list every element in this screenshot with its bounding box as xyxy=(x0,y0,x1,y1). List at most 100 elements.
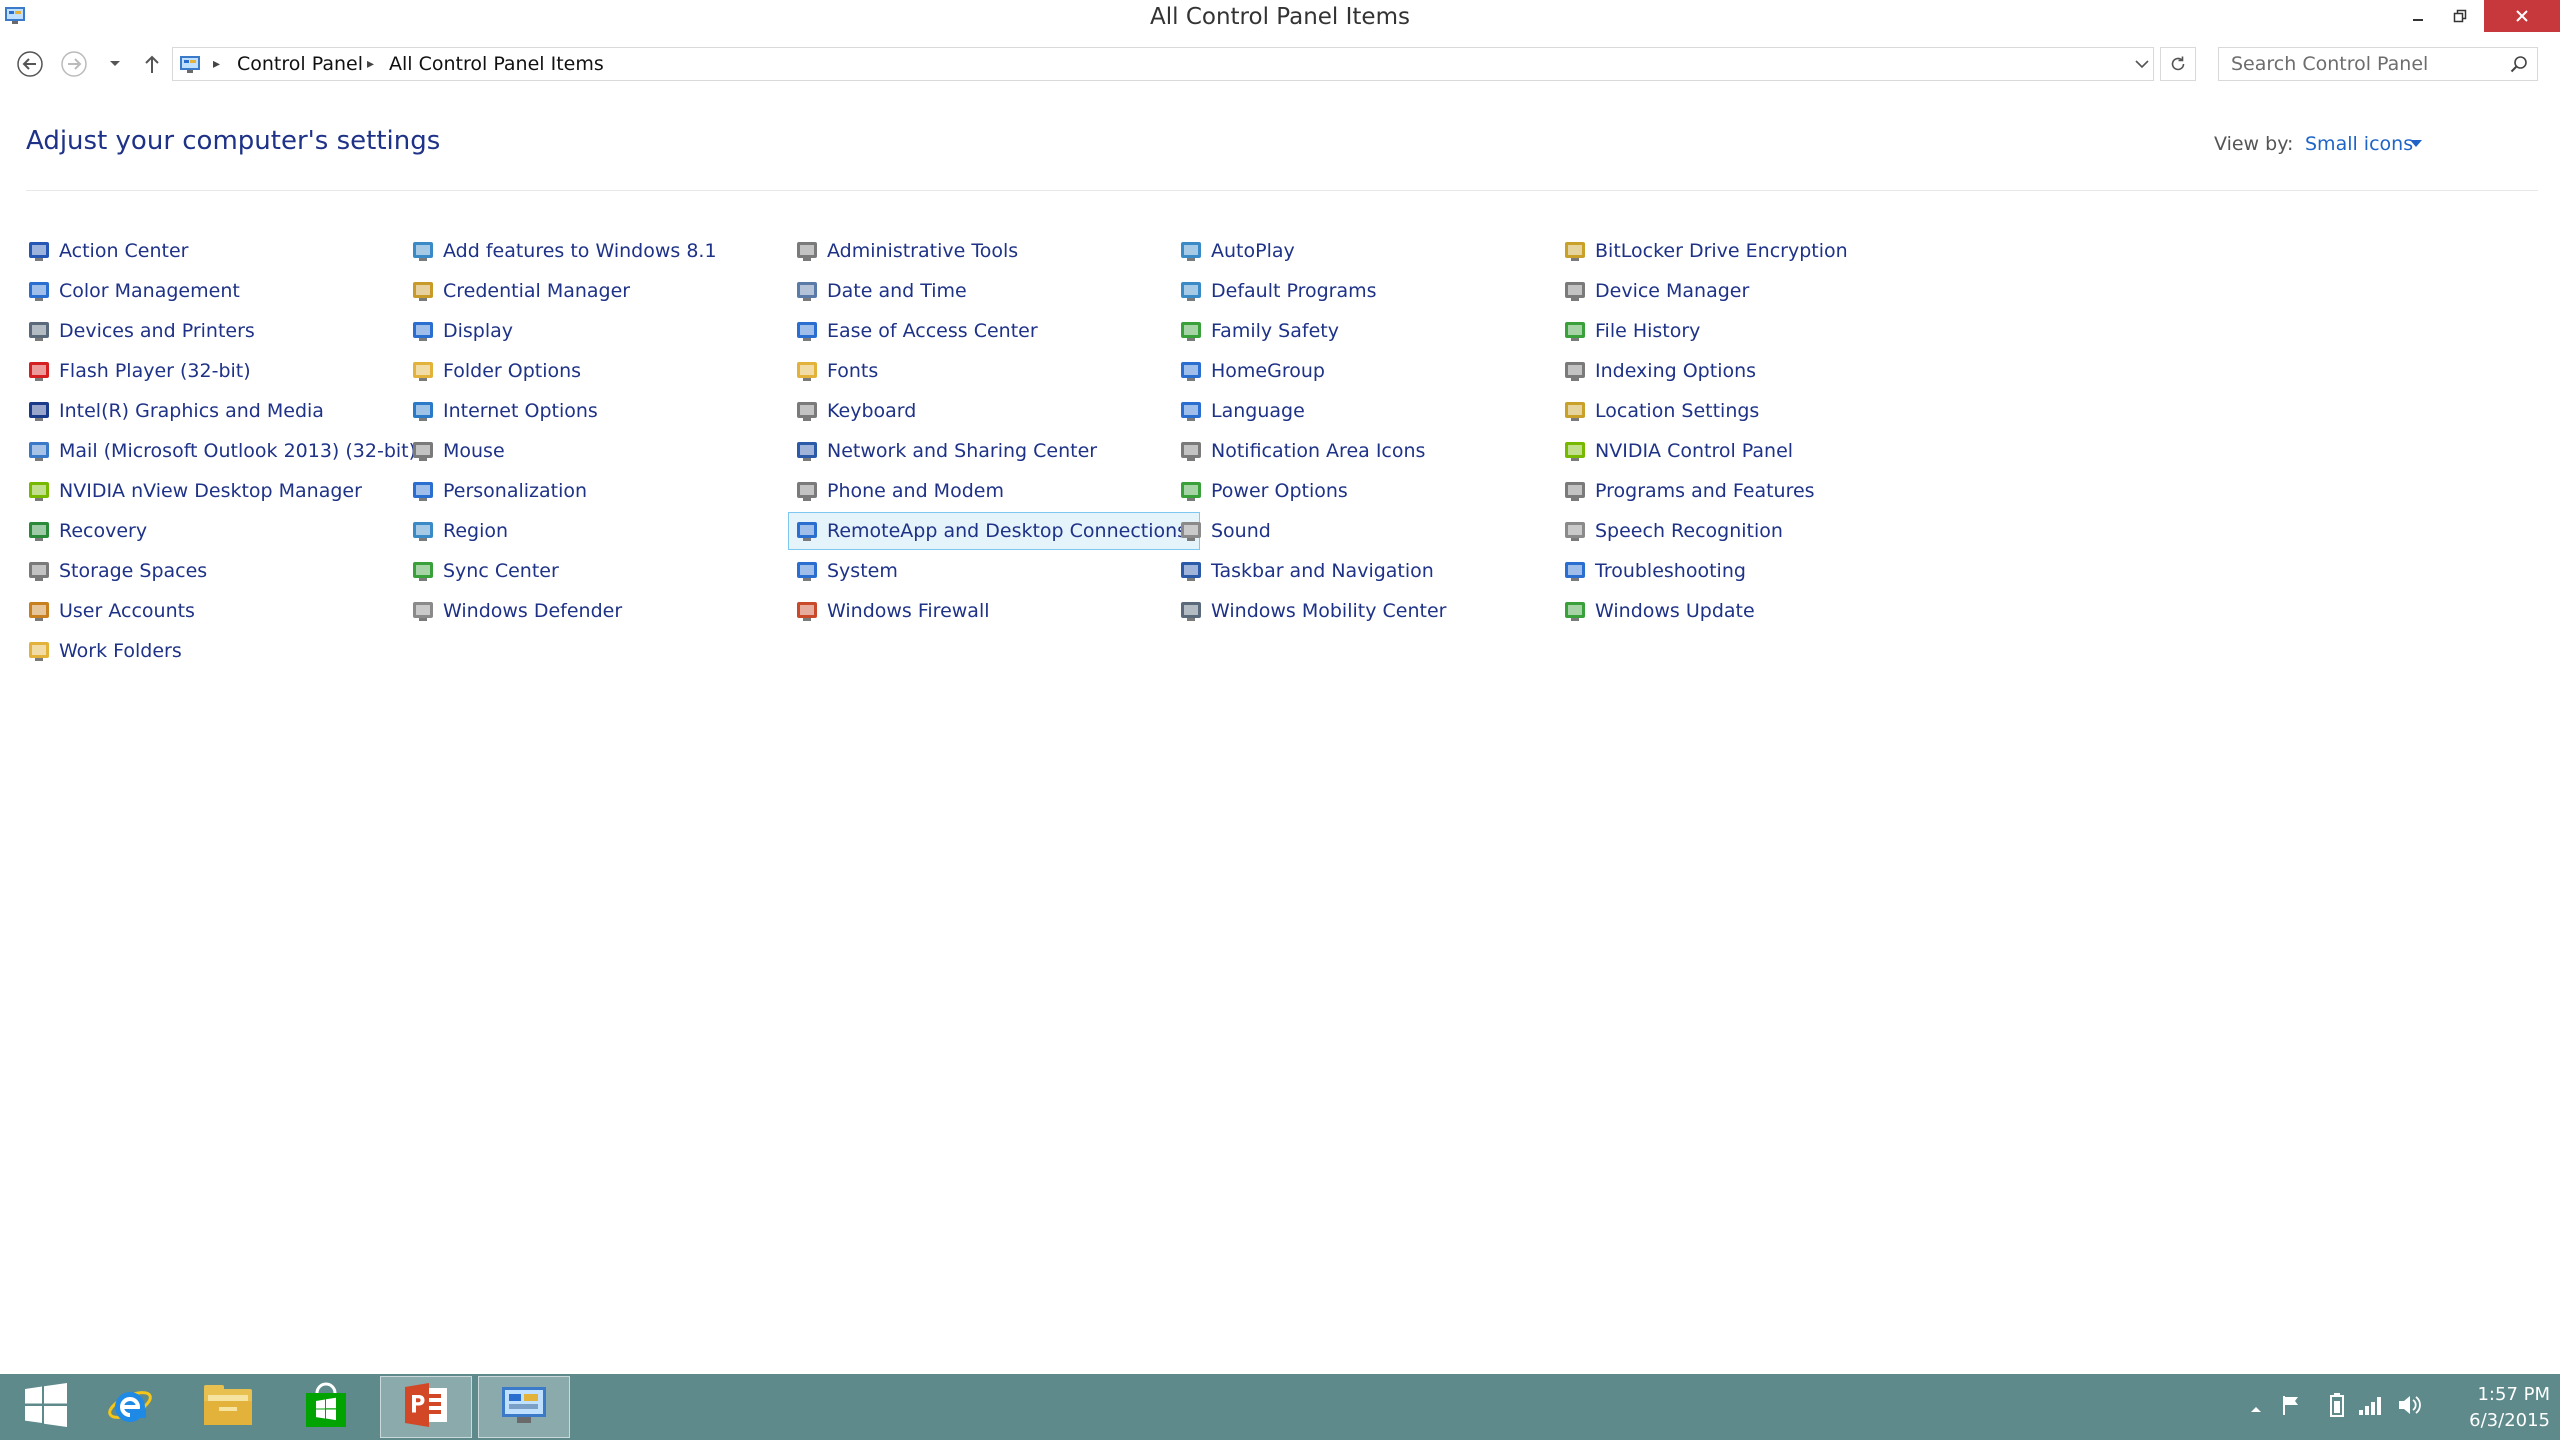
control-panel-item[interactable]: Phone and Modem xyxy=(790,472,1004,510)
recent-locations-button[interactable] xyxy=(104,50,126,78)
action-center-tray[interactable] xyxy=(2276,1374,2306,1440)
network-tray[interactable] xyxy=(2354,1374,2388,1440)
control-panel-item[interactable]: Indexing Options xyxy=(1558,352,1756,390)
control-panel-item[interactable]: Date and Time xyxy=(790,272,967,310)
power-icon xyxy=(1178,478,1204,504)
control-panel-item[interactable]: Location Settings xyxy=(1558,392,1759,430)
volume-tray[interactable] xyxy=(2392,1374,2426,1440)
control-panel-item-label: Add features to Windows 8.1 xyxy=(443,240,717,262)
search-icon[interactable] xyxy=(2509,54,2529,74)
close-button[interactable] xyxy=(2484,0,2560,32)
control-panel-item[interactable]: User Accounts xyxy=(22,592,195,630)
control-panel-item[interactable]: Windows Update xyxy=(1558,592,1755,630)
control-panel-item[interactable]: Windows Firewall xyxy=(790,592,990,630)
breadcrumb-all-items[interactable]: All Control Panel Items xyxy=(389,48,604,80)
control-panel-item-label: Storage Spaces xyxy=(59,560,208,582)
control-panel-item[interactable]: Flash Player (32-bit) xyxy=(22,352,251,390)
control-panel-item[interactable]: Credential Manager xyxy=(406,272,630,310)
chevron-right-icon[interactable]: ▸ xyxy=(213,48,220,80)
start-button[interactable] xyxy=(0,1376,92,1438)
minimize-button[interactable] xyxy=(2396,0,2440,32)
back-button[interactable] xyxy=(16,50,44,78)
control-panel-item[interactable]: Mail (Microsoft Outlook 2013) (32-bit) xyxy=(22,432,416,470)
search-box[interactable] xyxy=(2218,47,2538,81)
control-panel-item[interactable]: Color Management xyxy=(22,272,240,310)
control-panel-item[interactable]: NVIDIA Control Panel xyxy=(1558,432,1793,470)
control-panel-item[interactable]: Mouse xyxy=(406,432,505,470)
up-button[interactable] xyxy=(138,50,166,78)
control-panel-item[interactable]: RemoteApp and Desktop Connections xyxy=(788,512,1201,550)
control-panel-item[interactable]: Internet Options xyxy=(406,392,598,430)
control-panel-item[interactable]: Region xyxy=(406,512,508,550)
control-panel-item[interactable]: Personalization xyxy=(406,472,587,510)
view-by-label: View by: xyxy=(2214,133,2294,155)
control-panel-item[interactable]: Action Center xyxy=(22,232,189,270)
control-panel-item[interactable]: Programs and Features xyxy=(1558,472,1815,510)
view-by-dropdown[interactable]: Small icons xyxy=(2305,133,2413,155)
control-panel-item[interactable]: System xyxy=(790,552,898,590)
control-panel-item[interactable]: Family Safety xyxy=(1174,312,1339,350)
control-panel-item[interactable]: File History xyxy=(1558,312,1700,350)
control-panel-item[interactable]: Storage Spaces xyxy=(22,552,207,590)
show-hidden-icons-button[interactable] xyxy=(2244,1374,2268,1440)
language-icon xyxy=(1178,398,1204,424)
search-input[interactable] xyxy=(2219,48,2513,80)
refresh-button[interactable] xyxy=(2160,47,2196,81)
control-panel-item[interactable]: Notification Area Icons xyxy=(1174,432,1425,470)
control-panel-item[interactable]: Sync Center xyxy=(406,552,559,590)
address-bar[interactable]: ▸ Control Panel ▸ All Control Panel Item… xyxy=(172,47,2154,81)
control-panel-item-label: Internet Options xyxy=(443,400,598,422)
control-panel-item-label: Device Manager xyxy=(1595,280,1750,302)
clock-time[interactable]: 1:57 PM xyxy=(2440,1384,2550,1405)
control-panel-item[interactable]: Network and Sharing Center xyxy=(790,432,1097,470)
caret-down-icon[interactable] xyxy=(2410,140,2422,147)
chevron-up-icon xyxy=(2250,1398,2262,1417)
taskbar-control-panel[interactable] xyxy=(478,1376,570,1438)
control-panel-item[interactable]: Folder Options xyxy=(406,352,581,390)
control-panel-item[interactable]: Power Options xyxy=(1174,472,1348,510)
control-panel-item[interactable]: HomeGroup xyxy=(1174,352,1325,390)
monitor-color-icon xyxy=(26,278,52,304)
control-panel-item[interactable]: Windows Defender xyxy=(406,592,622,630)
control-panel-item[interactable]: NVIDIA nView Desktop Manager xyxy=(22,472,362,510)
control-panel-item[interactable]: AutoPlay xyxy=(1174,232,1295,270)
control-panel-item[interactable]: Recovery xyxy=(22,512,147,550)
control-panel-item-label: Administrative Tools xyxy=(827,240,1019,262)
chevron-right-icon[interactable]: ▸ xyxy=(367,48,374,80)
control-panel-item[interactable]: Keyboard xyxy=(790,392,916,430)
control-panel-item[interactable]: Intel(R) Graphics and Media xyxy=(22,392,324,430)
control-panel-item[interactable]: Fonts xyxy=(790,352,878,390)
family-safety-icon xyxy=(1178,318,1204,344)
control-panel-item[interactable]: BitLocker Drive Encryption xyxy=(1558,232,1848,270)
control-panel-item[interactable]: Device Manager xyxy=(1558,272,1749,310)
control-panel-item[interactable]: Default Programs xyxy=(1174,272,1377,310)
control-panel-item[interactable]: Ease of Access Center xyxy=(790,312,1038,350)
breadcrumb-control-panel[interactable]: Control Panel xyxy=(237,48,363,80)
taskbar-file-explorer[interactable] xyxy=(182,1376,274,1438)
control-panel-item-label: Date and Time xyxy=(827,280,967,302)
taskbar-store[interactable] xyxy=(280,1376,372,1438)
control-panel-item[interactable]: Devices and Printers xyxy=(22,312,255,350)
control-panel-item[interactable]: Work Folders xyxy=(22,632,182,670)
control-panel-item[interactable]: Windows Mobility Center xyxy=(1174,592,1446,630)
restore-button[interactable] xyxy=(2438,0,2482,32)
microphone-icon xyxy=(1562,518,1588,544)
control-panel-item-label: NVIDIA Control Panel xyxy=(1595,440,1794,462)
control-panel-item[interactable]: Language xyxy=(1174,392,1305,430)
taskbar-internet-explorer[interactable] xyxy=(84,1376,176,1438)
battery-tray[interactable] xyxy=(2322,1374,2352,1440)
clock-date[interactable]: 6/3/2015 xyxy=(2440,1410,2550,1431)
control-panel-item[interactable]: Administrative Tools xyxy=(790,232,1018,270)
mouse-icon xyxy=(410,438,436,464)
control-panel-item[interactable]: Add features to Windows 8.1 xyxy=(406,232,717,270)
forward-button[interactable] xyxy=(60,50,88,78)
flag-icon xyxy=(26,238,52,264)
taskbar-powerpoint[interactable] xyxy=(380,1376,472,1438)
control-panel-item[interactable]: Speech Recognition xyxy=(1558,512,1783,550)
control-panel-item[interactable]: Display xyxy=(406,312,513,350)
control-panel-item[interactable]: Troubleshooting xyxy=(1558,552,1746,590)
control-panel-item[interactable]: Sound xyxy=(1174,512,1271,550)
address-dropdown-icon[interactable] xyxy=(2131,50,2153,78)
control-panel-item[interactable]: Taskbar and Navigation xyxy=(1174,552,1434,590)
firewall-icon xyxy=(794,598,820,624)
